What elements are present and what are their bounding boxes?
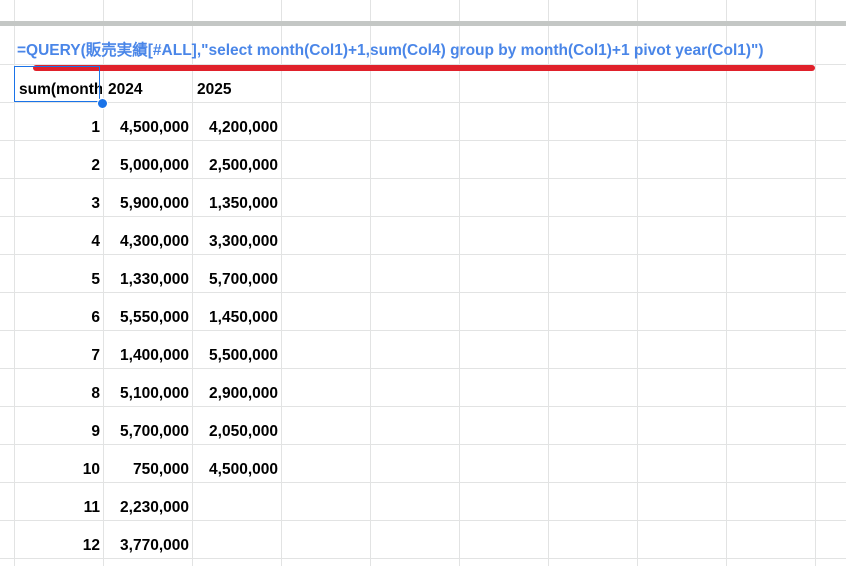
value-2025-cell[interactable]: 5,700,000	[192, 270, 278, 290]
gridline	[0, 330, 846, 331]
value-2025-cell[interactable]: 5,500,000	[192, 346, 278, 366]
value-2025-cell[interactable]: 2,050,000	[192, 422, 278, 442]
fill-handle[interactable]	[97, 98, 108, 109]
gridline	[0, 178, 846, 179]
month-cell[interactable]: 3	[14, 194, 100, 214]
gridline	[0, 216, 846, 217]
value-2025-cell[interactable]: 3,300,000	[192, 232, 278, 252]
gridline	[0, 406, 846, 407]
gridline	[0, 140, 846, 141]
value-2024-cell[interactable]: 3,770,000	[103, 536, 189, 556]
month-cell[interactable]: 10	[14, 460, 100, 480]
value-2024-cell[interactable]: 5,550,000	[103, 308, 189, 328]
value-2025-cell[interactable]: 1,350,000	[192, 194, 278, 214]
month-cell[interactable]: 1	[14, 118, 100, 138]
header-cell-2024[interactable]: 2024	[108, 80, 191, 100]
month-cell[interactable]: 6	[14, 308, 100, 328]
month-cell[interactable]: 9	[14, 422, 100, 442]
value-2025-cell[interactable]: 2,900,000	[192, 384, 278, 404]
value-2024-cell[interactable]: 1,400,000	[103, 346, 189, 366]
value-2024-cell[interactable]: 750,000	[103, 460, 189, 480]
gridline	[0, 368, 846, 369]
value-2024-cell[interactable]: 1,330,000	[103, 270, 189, 290]
value-2024-cell[interactable]: 4,300,000	[103, 232, 189, 252]
header-cell-2025[interactable]: 2025	[197, 80, 280, 100]
gridline	[0, 558, 846, 559]
month-cell[interactable]: 8	[14, 384, 100, 404]
frozen-row-divider[interactable]	[0, 21, 846, 26]
gridline	[0, 444, 846, 445]
gridline	[0, 482, 846, 483]
highlight-underline	[33, 65, 815, 71]
gridline	[0, 520, 846, 521]
value-2024-cell[interactable]: 2,230,000	[103, 498, 189, 518]
value-2025-cell[interactable]: 1,450,000	[192, 308, 278, 328]
value-2024-cell[interactable]: 5,100,000	[103, 384, 189, 404]
month-cell[interactable]: 7	[14, 346, 100, 366]
month-cell[interactable]: 11	[14, 498, 100, 518]
gridline	[0, 292, 846, 293]
gridline	[0, 254, 846, 255]
value-2025-cell[interactable]: 4,200,000	[192, 118, 278, 138]
value-2024-cell[interactable]: 5,900,000	[103, 194, 189, 214]
formula-cell-text[interactable]: =QUERY(販売実績[#ALL],"select month(Col1)+1,…	[17, 40, 764, 62]
value-2025-cell[interactable]: 4,500,000	[192, 460, 278, 480]
value-2024-cell[interactable]: 5,000,000	[103, 156, 189, 176]
month-cell[interactable]: 4	[14, 232, 100, 252]
gridline	[0, 102, 846, 103]
month-cell[interactable]: 12	[14, 536, 100, 556]
value-2025-cell[interactable]: 2,500,000	[192, 156, 278, 176]
month-cell[interactable]: 2	[14, 156, 100, 176]
active-cell-selection[interactable]	[14, 66, 100, 102]
value-2024-cell[interactable]: 4,500,000	[103, 118, 189, 138]
month-cell[interactable]: 5	[14, 270, 100, 290]
value-2024-cell[interactable]: 5,700,000	[103, 422, 189, 442]
